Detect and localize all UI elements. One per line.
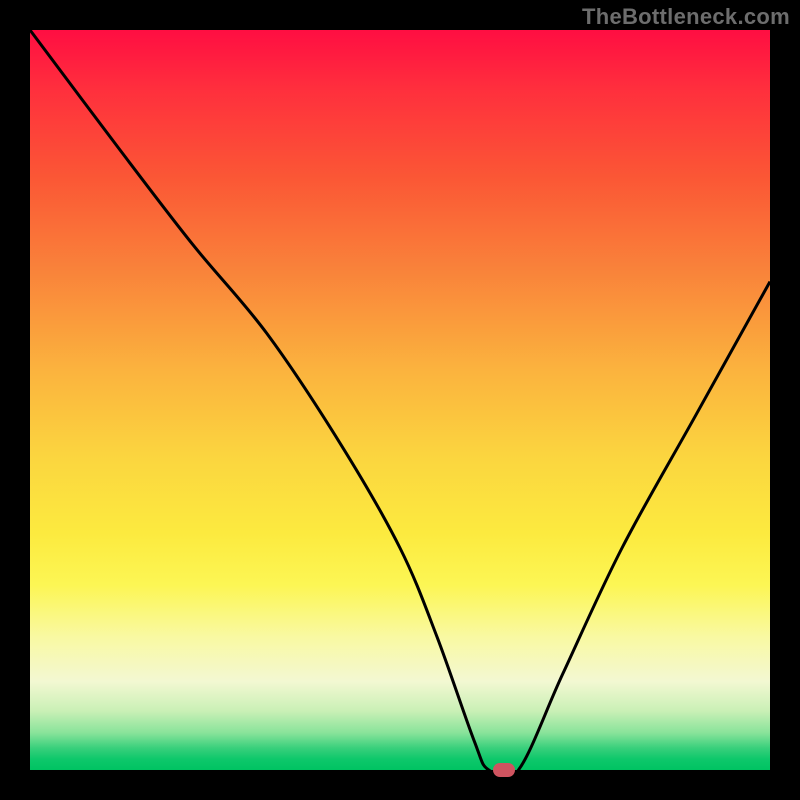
plot-area: [30, 30, 770, 770]
watermark-text: TheBottleneck.com: [582, 4, 790, 30]
curve-layer: [30, 30, 770, 770]
optimum-marker: [493, 763, 515, 777]
bottleneck-curve: [30, 30, 770, 770]
chart-frame: TheBottleneck.com: [0, 0, 800, 800]
